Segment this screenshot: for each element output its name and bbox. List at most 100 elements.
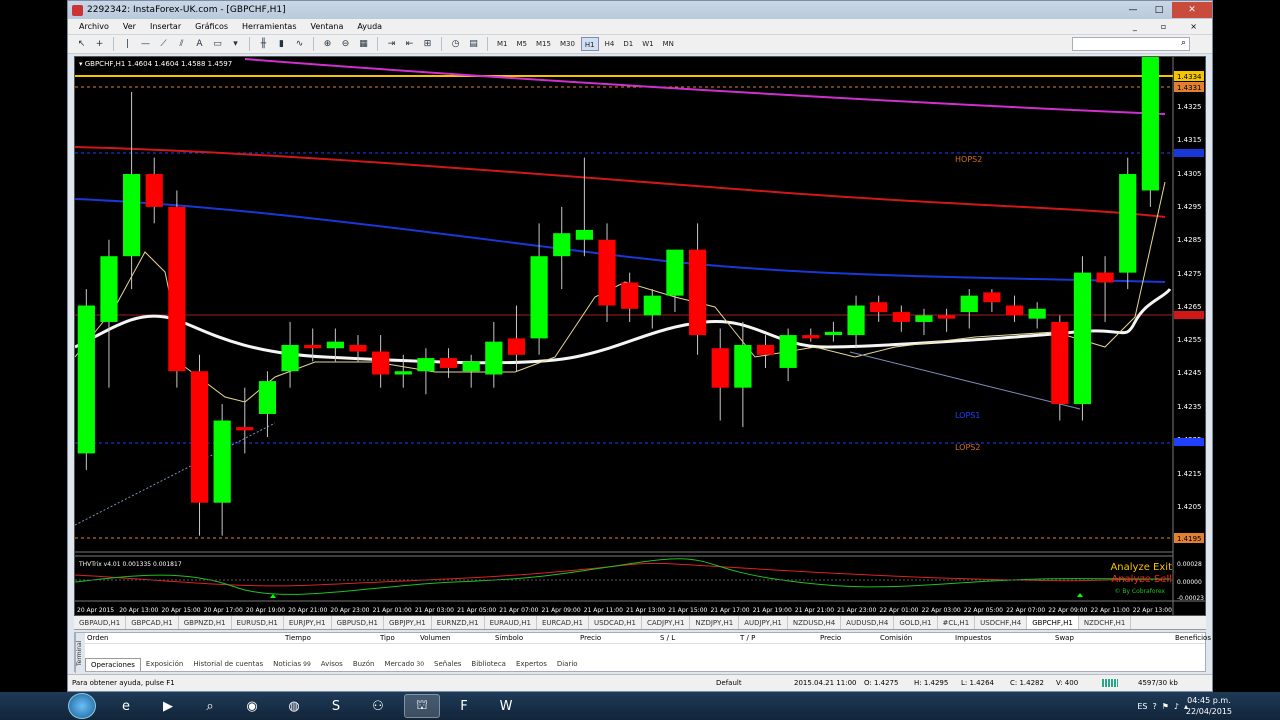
price-chart[interactable]: ▾ GBPCHF,H1 1.4604 1.4604 1.4588 1.4597 1… [75,57,1205,615]
bar-chart-icon[interactable]: ╫ [256,37,271,52]
symbol-tab[interactable]: EURJPY,H1 [284,616,332,629]
symbol-tab[interactable]: GBPCAD,H1 [126,616,179,629]
vertical-line-icon[interactable]: | [120,37,135,52]
mdi-minimize-button[interactable]: _ [1126,22,1144,31]
media-player-icon[interactable]: ▶ [150,694,186,718]
timeframe-m1[interactable]: M1 [494,37,511,51]
search-icon[interactable]: ⌕ [1181,38,1186,48]
trendline-icon[interactable]: ⟋ [156,37,171,52]
terminal-tab[interactable]: Operaciones [85,658,141,671]
volume-icon[interactable]: ♪ [1174,702,1179,711]
terminal-tab[interactable]: Diario [552,658,583,671]
label-tool-icon[interactable]: ▭ [210,37,225,52]
symbol-tab[interactable]: EURCAD,H1 [537,616,590,629]
terminal-tab[interactable]: Expertos [511,658,552,671]
autoscroll-icon[interactable]: ⇥ [384,37,399,52]
search-icon[interactable]: ⌕ [192,694,228,718]
chart-shift-icon[interactable]: ⇤ [402,37,417,52]
symbol-tab[interactable]: AUDUSD,H4 [841,616,895,629]
tile-windows-icon[interactable]: ▦ [356,37,371,52]
symbol-tab[interactable]: CADJPY,H1 [642,616,691,629]
menu-insertar[interactable]: Insertar [143,22,188,31]
horizontal-line-icon[interactable]: — [138,37,153,52]
foxit-icon[interactable]: F [446,694,482,718]
timeframe-m15[interactable]: M15 [533,37,554,51]
zoom-in-icon[interactable]: ⊕ [320,37,335,52]
firefox-icon[interactable]: ◍ [276,694,312,718]
symbol-tab[interactable]: AUDJPY,H1 [739,616,788,629]
terminal-tab[interactable]: Historial de cuentas [188,658,268,671]
close-button[interactable]: ✕ [1172,2,1212,18]
help-icon[interactable]: ? [1152,702,1156,711]
terminal-tab[interactable]: Noticias 99 [268,658,316,671]
mdi-restore-button[interactable]: ▫ [1154,22,1173,31]
terminal-tab[interactable]: Avisos [316,658,348,671]
terminal-tab[interactable]: Exposición [141,658,188,671]
symbol-tab[interactable]: USDCHF,H4 [975,616,1028,629]
clock[interactable]: 04:45 p.m. 22/04/2015 [1186,695,1232,717]
periods-icon[interactable]: ◷ [448,37,463,52]
word-icon[interactable]: W [488,694,524,718]
column-header[interactable]: Precio [580,633,601,644]
chart-window[interactable]: ▾ GBPCHF,H1 1.4604 1.4604 1.4588 1.4597 1… [74,56,1206,616]
line-chart-icon[interactable]: ∿ [292,37,307,52]
symbol-tab[interactable]: EURAUD,H1 [485,616,537,629]
symbol-tab[interactable]: EURUSD,H1 [232,616,284,629]
candle-chart-icon[interactable]: ▮ [274,37,289,52]
templates-icon[interactable]: ▤ [466,37,481,52]
minimize-button[interactable]: — [1120,2,1146,18]
shapes-menu-icon[interactable]: ▾ [228,37,243,52]
chrome-icon[interactable]: ◉ [234,694,270,718]
symbol-tab[interactable]: GBPNZD,H1 [179,616,232,629]
column-header[interactable]: Símbolo [495,633,523,644]
column-header[interactable]: Impuestos [955,633,991,644]
indicators-icon[interactable]: ⊞ [420,37,435,52]
maximize-button[interactable]: □ [1146,2,1172,18]
column-header[interactable]: Tipo [380,633,395,644]
symbol-tab[interactable]: #CL,H1 [938,616,976,629]
zoom-out-icon[interactable]: ⊖ [338,37,353,52]
symbol-tab[interactable]: GBPJPY,H1 [384,616,432,629]
menu-ayuda[interactable]: Ayuda [350,22,389,31]
symbol-tab[interactable]: GBPCHF,H1 [1027,616,1079,629]
cursor-icon[interactable]: ↖ [74,37,89,52]
menu-graficos[interactable]: Gráficos [188,22,235,31]
column-header[interactable]: Beneficios [1175,633,1211,644]
timeframe-h1[interactable]: H1 [580,37,599,51]
menu-herramientas[interactable]: Herramientas [235,22,304,31]
mdi-close-button[interactable]: × [1183,22,1204,31]
menu-ver[interactable]: Ver [116,22,143,31]
search-input[interactable]: ⌕ [1072,37,1190,51]
symbol-tab[interactable]: GOLD,H1 [894,616,938,629]
column-header[interactable]: Tiempo [285,633,311,644]
timeframe-w1[interactable]: W1 [639,37,656,51]
start-button[interactable] [68,693,96,719]
column-header[interactable]: Comisión [880,633,912,644]
timeframe-m30[interactable]: M30 [557,37,578,51]
symbol-tab[interactable]: NZDJPY,H1 [690,616,740,629]
symbol-tab[interactable]: NZDCHF,H1 [1079,616,1132,629]
column-header[interactable]: T / P [740,633,755,644]
column-header[interactable]: Volumen [420,633,450,644]
column-header[interactable]: Swap [1055,633,1074,644]
timeframe-h4[interactable]: H4 [602,37,618,51]
language-indicator[interactable]: ES [1137,702,1147,711]
terminal-tab[interactable]: Mercado 30 [379,658,429,671]
menu-archivo[interactable]: Archivo [72,22,116,31]
terminal-tab[interactable]: Señales [429,658,466,671]
channel-icon[interactable]: ⫽ [174,37,189,52]
flag-icon[interactable]: ⚑ [1162,702,1169,711]
column-header[interactable]: S / L [660,633,675,644]
symbol-tab[interactable]: NZDUSD,H4 [788,616,842,629]
timeframe-d1[interactable]: D1 [620,37,636,51]
skype-icon[interactable]: S [318,694,354,718]
symbol-tab[interactable]: USDCAD,H1 [589,616,642,629]
timeframe-m5[interactable]: M5 [514,37,531,51]
symbol-tab[interactable]: GBPUSD,H1 [332,616,384,629]
symbol-tab[interactable]: EURNZD,H1 [432,616,485,629]
text-tool-icon[interactable]: A [192,37,207,52]
ie-icon[interactable]: e [108,694,144,718]
crosshair-icon[interactable]: + [92,37,107,52]
terminal-tab[interactable]: Biblioteca [466,658,511,671]
timeframe-mn[interactable]: MN [660,37,677,51]
